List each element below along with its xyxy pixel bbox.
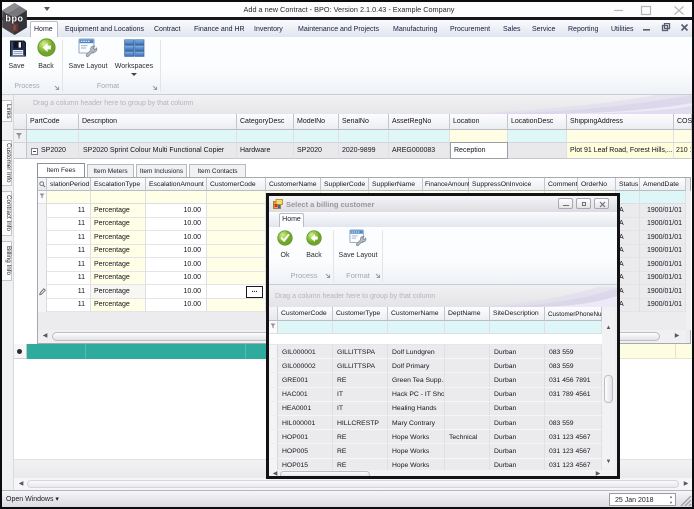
svg-text:bpo: bpo [5,14,23,24]
